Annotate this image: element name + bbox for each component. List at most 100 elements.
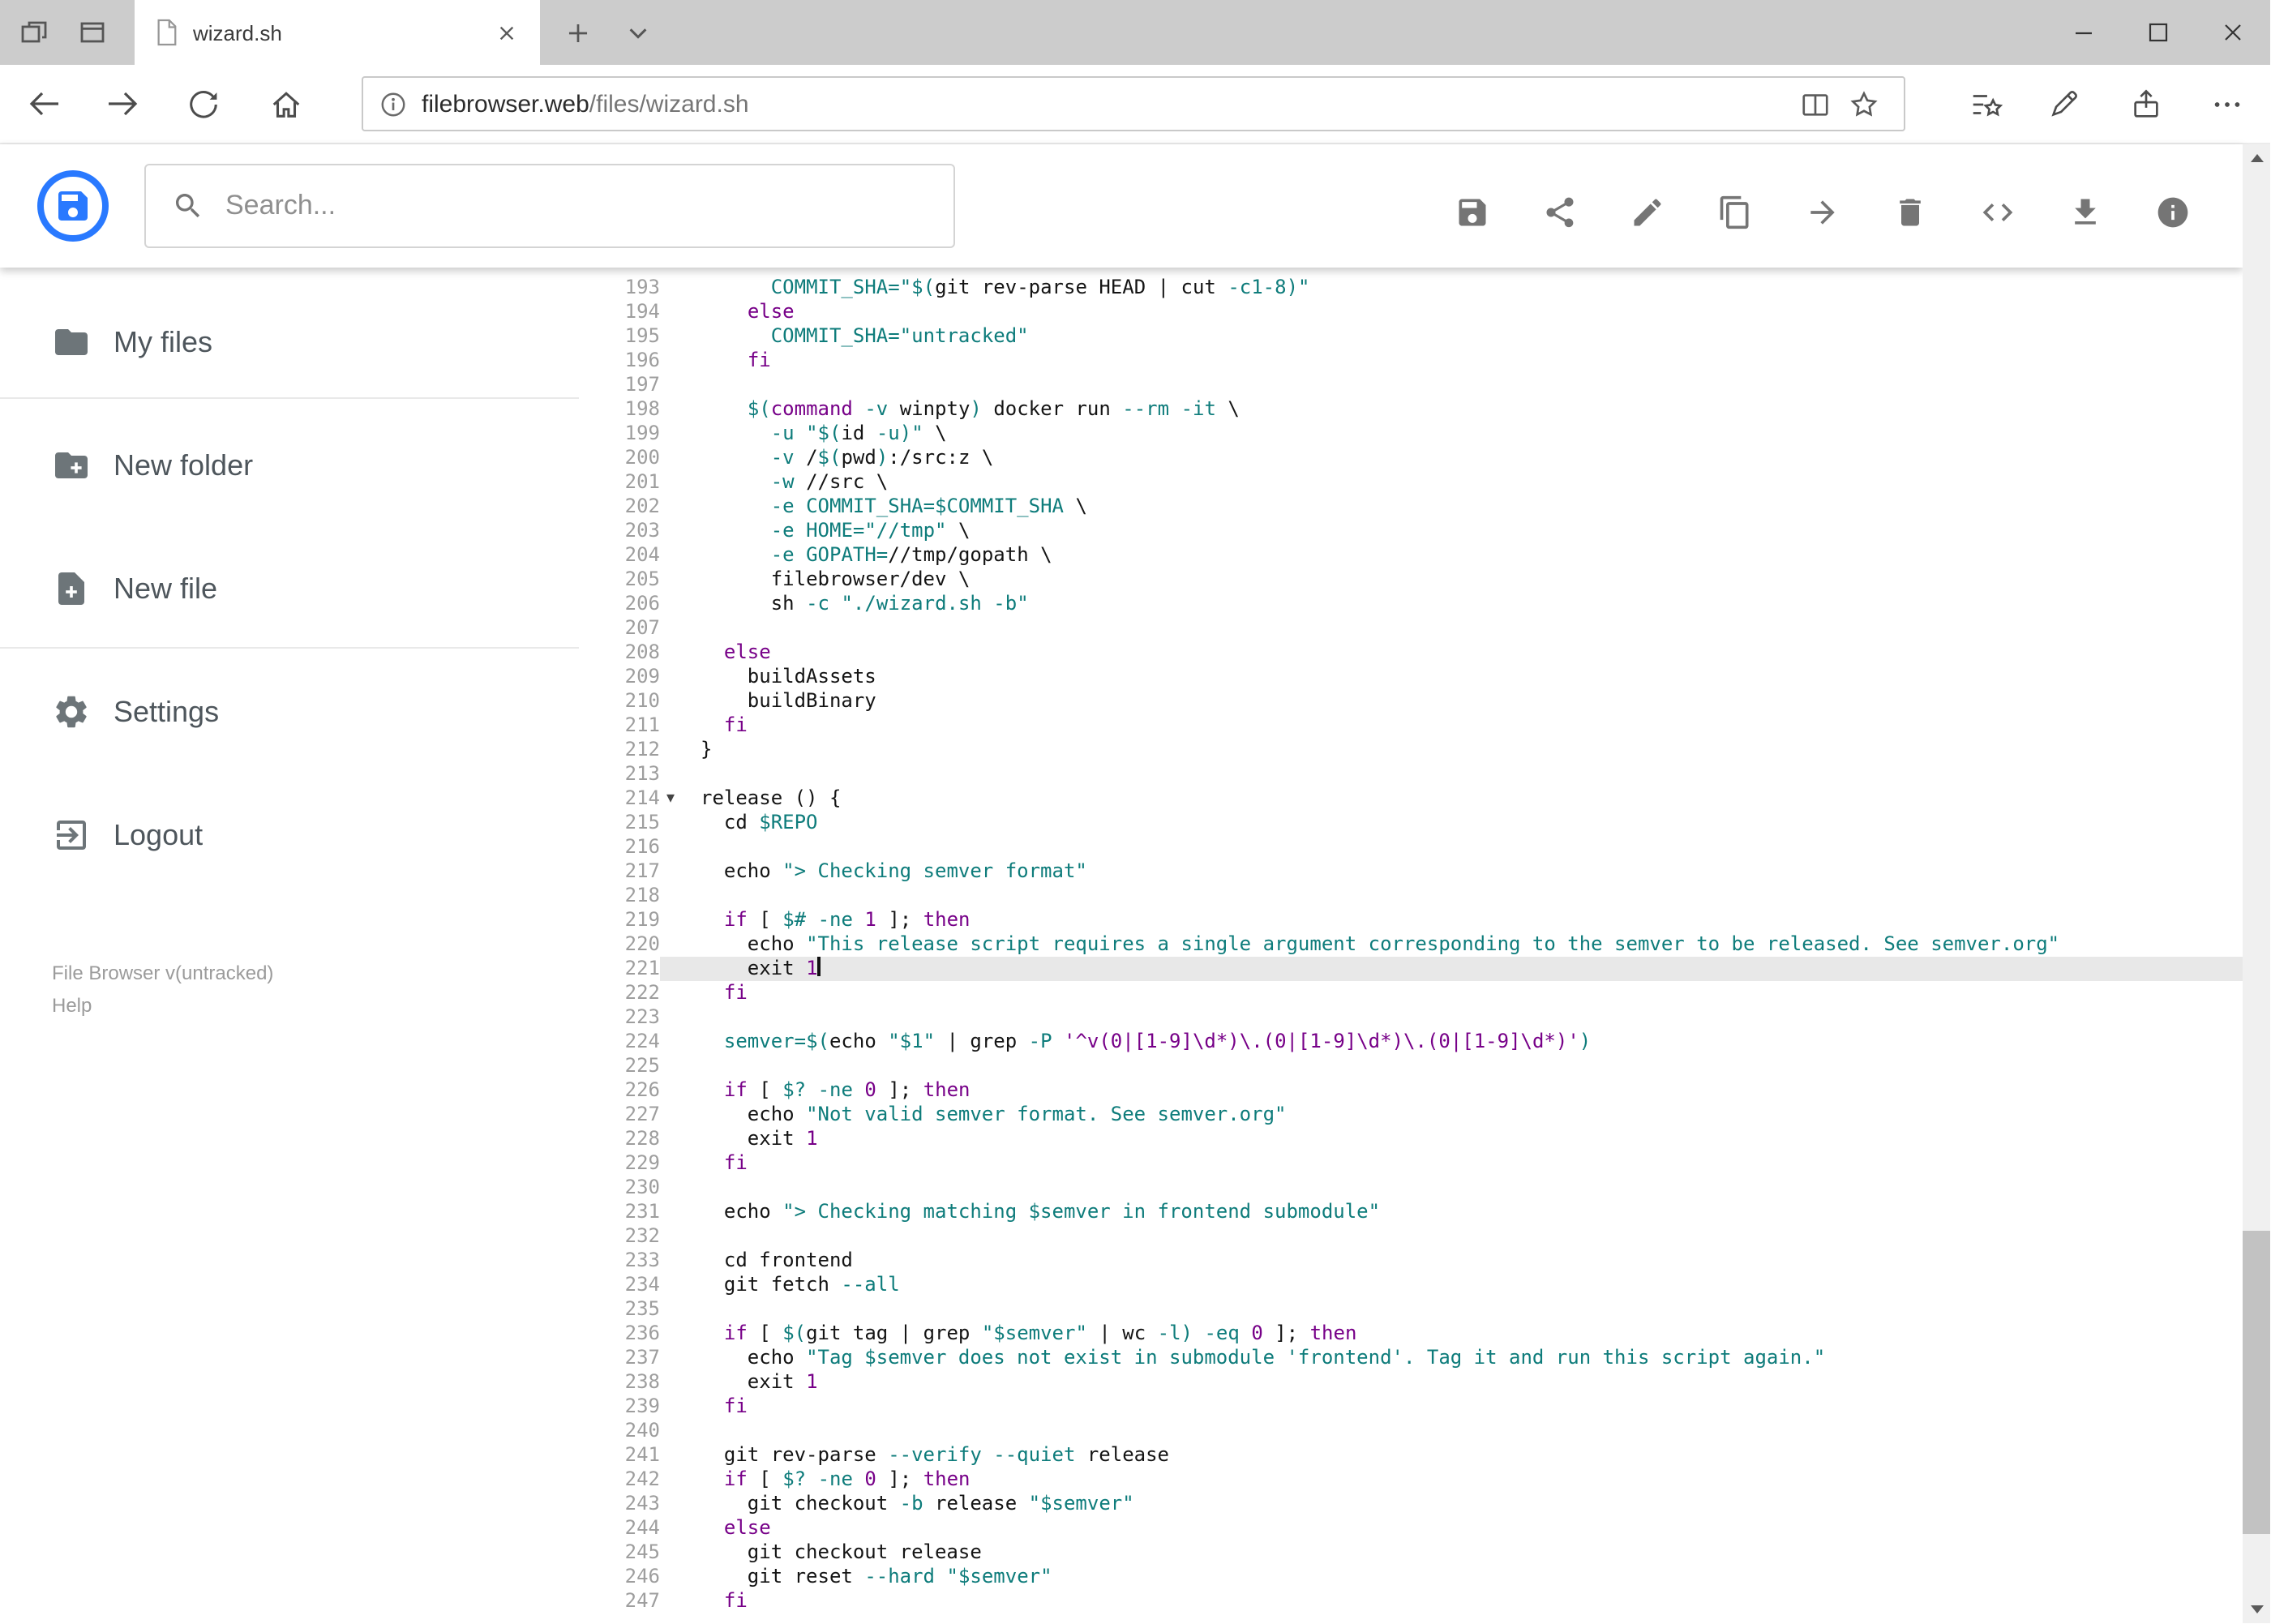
line-number[interactable]: 210: [579, 689, 660, 713]
sidebar-item-logout[interactable]: Logout: [0, 796, 579, 874]
code-line[interactable]: 205 filebrowser/dev \: [579, 568, 2243, 592]
scrollbar[interactable]: [2243, 144, 2270, 1623]
line-number[interactable]: 217: [579, 859, 660, 884]
copy-button[interactable]: [1703, 180, 1768, 245]
favorite-button[interactable]: [1839, 79, 1888, 128]
tabs-set-aside-button[interactable]: [16, 16, 52, 49]
line-number[interactable]: 196: [579, 349, 660, 373]
code-view-button[interactable]: [1965, 180, 2030, 245]
code-line[interactable]: 235: [579, 1297, 2243, 1322]
browser-tab[interactable]: wizard.sh: [135, 0, 540, 65]
save-button[interactable]: [1440, 180, 1505, 245]
code-line[interactable]: 228 exit 1: [579, 1127, 2243, 1151]
line-number[interactable]: 246: [579, 1565, 660, 1589]
code-line[interactable]: 234 git fetch --all: [579, 1273, 2243, 1297]
line-number[interactable]: 245: [579, 1540, 660, 1565]
scroll-down-button[interactable]: [2243, 1596, 2270, 1623]
code-line[interactable]: 212}: [579, 738, 2243, 762]
code-line[interactable]: 198 $(command -v winpty) docker run --rm…: [579, 397, 2243, 422]
code-line[interactable]: 213: [579, 762, 2243, 786]
sidebar-item-new-folder[interactable]: New folder: [0, 426, 579, 504]
code-line[interactable]: 203 -e HOME="//tmp" \: [579, 519, 2243, 543]
line-number[interactable]: 223: [579, 1005, 660, 1030]
line-number[interactable]: 236: [579, 1322, 660, 1346]
info-button[interactable]: [2140, 180, 2205, 245]
code-line[interactable]: 209 buildAssets: [579, 665, 2243, 689]
code-line[interactable]: 216: [579, 835, 2243, 859]
reading-view-button[interactable]: [1790, 79, 1839, 128]
code-line[interactable]: 204 -e GOPATH=//tmp/gopath \: [579, 543, 2243, 568]
line-number[interactable]: 199: [579, 422, 660, 446]
code-line[interactable]: 230: [579, 1176, 2243, 1200]
code-line[interactable]: 227 echo "Not valid semver format. See s…: [579, 1103, 2243, 1127]
line-number[interactable]: 241: [579, 1443, 660, 1468]
code-line[interactable]: 215 cd $REPO: [579, 811, 2243, 835]
help-link[interactable]: Help: [52, 994, 92, 1017]
sidebar-item-settings[interactable]: Settings: [0, 673, 579, 751]
code-line[interactable]: 236 if [ $(git tag | grep "$semver" | wc…: [579, 1322, 2243, 1346]
code-line[interactable]: 202 -e COMMIT_SHA=$COMMIT_SHA \: [579, 495, 2243, 519]
code-line[interactable]: 206 sh -c "./wizard.sh -b": [579, 592, 2243, 616]
hub-button[interactable]: [1956, 75, 2014, 133]
close-window-button[interactable]: [2196, 0, 2270, 65]
line-number[interactable]: 239: [579, 1395, 660, 1419]
line-number[interactable]: 240: [579, 1419, 660, 1443]
code-line[interactable]: 242 if [ $? -ne 0 ]; then: [579, 1468, 2243, 1492]
line-number[interactable]: 244: [579, 1516, 660, 1540]
search-box[interactable]: [144, 164, 955, 248]
site-info-icon[interactable]: [379, 90, 407, 118]
code-line[interactable]: 222 fi: [579, 981, 2243, 1005]
code-line[interactable]: 237 echo "Tag $semver does not exist in …: [579, 1346, 2243, 1370]
line-number[interactable]: 216: [579, 835, 660, 859]
edit-button[interactable]: [1615, 180, 1680, 245]
code-line[interactable]: 239 fi: [579, 1395, 2243, 1419]
code-line[interactable]: 193 COMMIT_SHA="$(git rev-parse HEAD | c…: [579, 276, 2243, 300]
line-number[interactable]: 214: [579, 786, 660, 811]
code-line[interactable]: 245 git checkout release: [579, 1540, 2243, 1565]
more-button[interactable]: [2197, 75, 2256, 133]
code-line[interactable]: 221 exit 1: [579, 957, 2243, 981]
scroll-up-button[interactable]: [2243, 144, 2270, 172]
code-line[interactable]: 217 echo "> Checking semver format": [579, 859, 2243, 884]
code-line[interactable]: 197: [579, 373, 2243, 397]
forward-button[interactable]: [94, 75, 152, 133]
line-number[interactable]: 218: [579, 884, 660, 908]
move-button[interactable]: [1790, 180, 1855, 245]
line-number[interactable]: 193: [579, 276, 660, 300]
maximize-button[interactable]: [2121, 0, 2196, 65]
fold-marker-icon[interactable]: ▾: [660, 786, 681, 811]
search-input[interactable]: [225, 190, 906, 222]
home-button[interactable]: [256, 75, 315, 133]
refresh-button[interactable]: [174, 75, 232, 133]
line-number[interactable]: 213: [579, 762, 660, 786]
code-line[interactable]: 226 if [ $? -ne 0 ]; then: [579, 1078, 2243, 1103]
line-number[interactable]: 247: [579, 1589, 660, 1613]
download-button[interactable]: [2053, 180, 2118, 245]
code-line[interactable]: 211 fi: [579, 713, 2243, 738]
code-line[interactable]: 210 buildBinary: [579, 689, 2243, 713]
code-line[interactable]: 244 else: [579, 1516, 2243, 1540]
line-number[interactable]: 203: [579, 519, 660, 543]
line-number[interactable]: 234: [579, 1273, 660, 1297]
code-line[interactable]: 199 -u "$(id -u)" \: [579, 422, 2243, 446]
code-line[interactable]: 214 ▾ release () {: [579, 786, 2243, 811]
line-number[interactable]: 224: [579, 1030, 660, 1054]
new-tab-button[interactable]: [555, 13, 600, 52]
code-line[interactable]: 195 COMMIT_SHA="untracked": [579, 324, 2243, 349]
line-number[interactable]: 221: [579, 957, 660, 981]
line-number[interactable]: 222: [579, 981, 660, 1005]
line-number[interactable]: 205: [579, 568, 660, 592]
share-file-button[interactable]: [1528, 180, 1592, 245]
code-line[interactable]: 232: [579, 1224, 2243, 1249]
code-line[interactable]: 229 fi: [579, 1151, 2243, 1176]
line-number[interactable]: 232: [579, 1224, 660, 1249]
code-line[interactable]: 240: [579, 1419, 2243, 1443]
share-page-button[interactable]: [2116, 75, 2175, 133]
line-number[interactable]: 211: [579, 713, 660, 738]
back-button[interactable]: [15, 75, 73, 133]
code-line[interactable]: 247 fi: [579, 1589, 2243, 1613]
delete-button[interactable]: [1878, 180, 1943, 245]
line-number[interactable]: 204: [579, 543, 660, 568]
line-number[interactable]: 227: [579, 1103, 660, 1127]
line-number[interactable]: 201: [579, 470, 660, 495]
